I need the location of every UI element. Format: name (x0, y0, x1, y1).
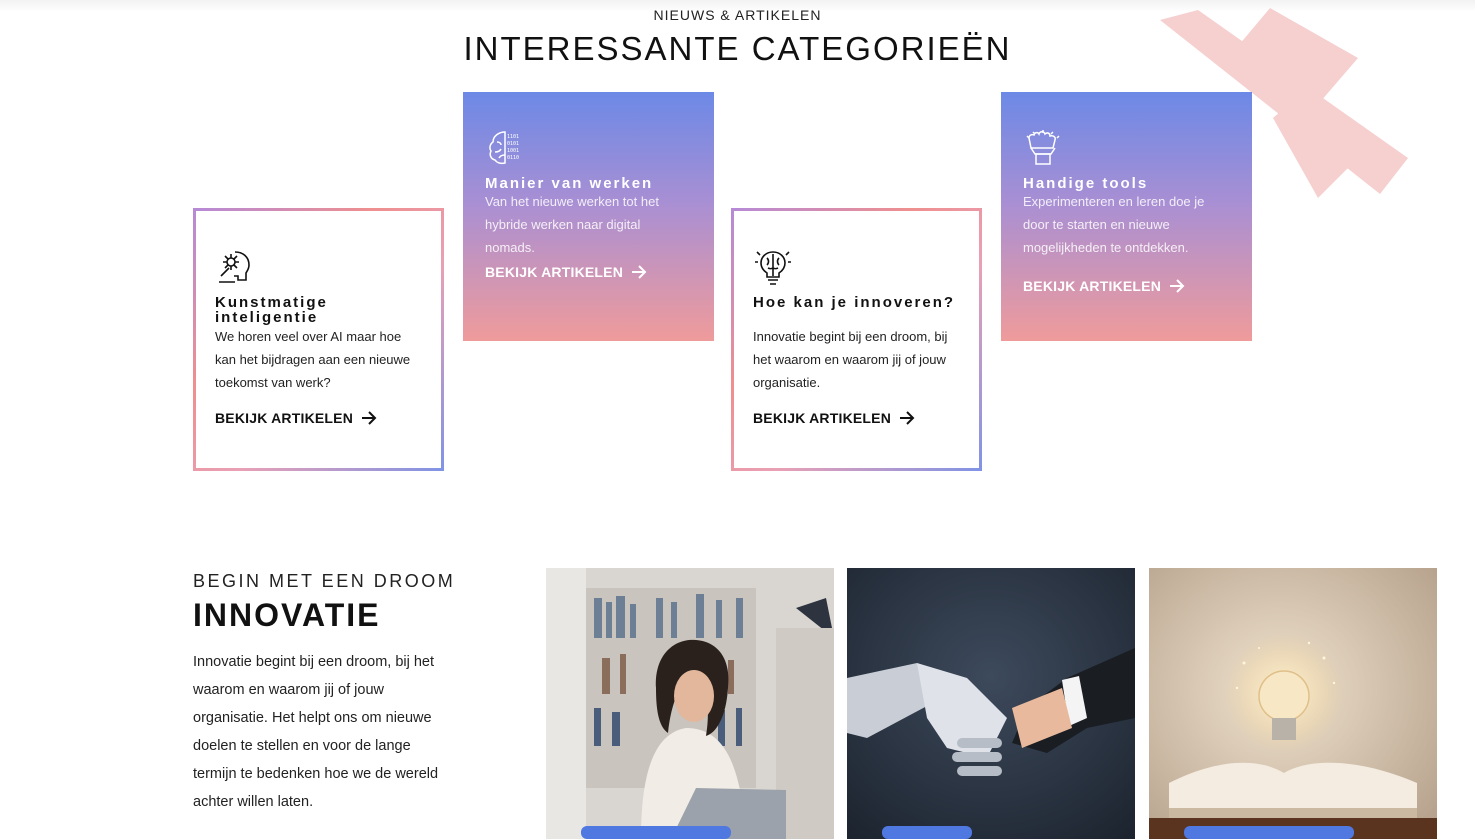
arrow-right-icon (632, 265, 647, 279)
article-image-robot-handshake[interactable] (847, 568, 1135, 839)
innovation-body: Innovatie begint bij een droom, bij het … (193, 654, 439, 810)
view-articles-link[interactable]: BEKIJK ARTIKELEN (1023, 278, 1185, 294)
svg-text:1001: 1001 (507, 148, 519, 154)
card-title: Hoe kan je innoveren? (753, 294, 956, 311)
svg-text:0101: 0101 (507, 141, 519, 147)
view-articles-link[interactable]: BEKIJK ARTIKELEN (485, 264, 647, 280)
link-label: BEKIJK ARTIKELEN (1023, 278, 1162, 294)
svg-text:1101: 1101 (507, 134, 519, 140)
section-eyebrow: NIEUWS & ARTIKELEN (653, 7, 822, 23)
card-description: Van het nieuwe werken tot het hybride we… (485, 194, 659, 255)
lightbulb-brain-icon (755, 251, 791, 285)
arrow-right-icon (1170, 279, 1185, 293)
article-image-lightbulb-book[interactable] (1149, 568, 1437, 839)
view-articles-link[interactable]: BEKIJK ARTIKELEN (215, 410, 377, 426)
link-label: BEKIJK ARTIKELEN (753, 410, 892, 426)
card-title: Kunstmatige inteligentie (215, 294, 328, 326)
view-articles-link[interactable]: BEKIJK ARTIKELEN (753, 410, 915, 426)
link-label: BEKIJK ARTIKELEN (485, 264, 624, 280)
arrow-right-icon (362, 411, 377, 425)
lightbulb-book-illustration (1149, 568, 1437, 839)
card-title: Manier van werken (485, 175, 654, 192)
category-card-working[interactable]: 1101 0101 1001 0110 Manier van werken Va… (463, 92, 714, 341)
card-description: Innovatie begint bij een droom, bij het … (753, 329, 948, 390)
robot-handshake-illustration (847, 568, 1135, 839)
category-card-tools[interactable]: Handige tools Experimenteren en leren do… (1001, 92, 1252, 341)
arrow-right-icon (900, 411, 915, 425)
card-description: Experimenteren en leren doe je door te s… (1023, 194, 1205, 255)
category-card-innovate[interactable]: Hoe kan je innoveren? Innovatie begint b… (731, 208, 982, 471)
innovation-eyebrow: BEGIN MET EEN DROOM (193, 571, 456, 591)
card-description: We horen veel over AI maar hoe kan het b… (215, 329, 411, 390)
svg-text:0110: 0110 (507, 155, 519, 161)
robot-fist-icon (1026, 130, 1060, 165)
digital-brain-icon: 1101 0101 1001 0110 (489, 131, 519, 165)
ai-head-icon (219, 251, 250, 283)
page-title: INTERESSANTE CATEGORIEËN (463, 30, 1012, 67)
woman-laptop-illustration (546, 568, 834, 839)
innovation-title: INNOVATIE (193, 597, 381, 633)
category-card-ai[interactable]: Kunstmatige inteligentie We horen veel o… (193, 208, 444, 471)
link-label: BEKIJK ARTIKELEN (215, 410, 354, 426)
article-image-woman-laptop[interactable] (546, 568, 834, 839)
card-title: Handige tools (1023, 175, 1149, 192)
